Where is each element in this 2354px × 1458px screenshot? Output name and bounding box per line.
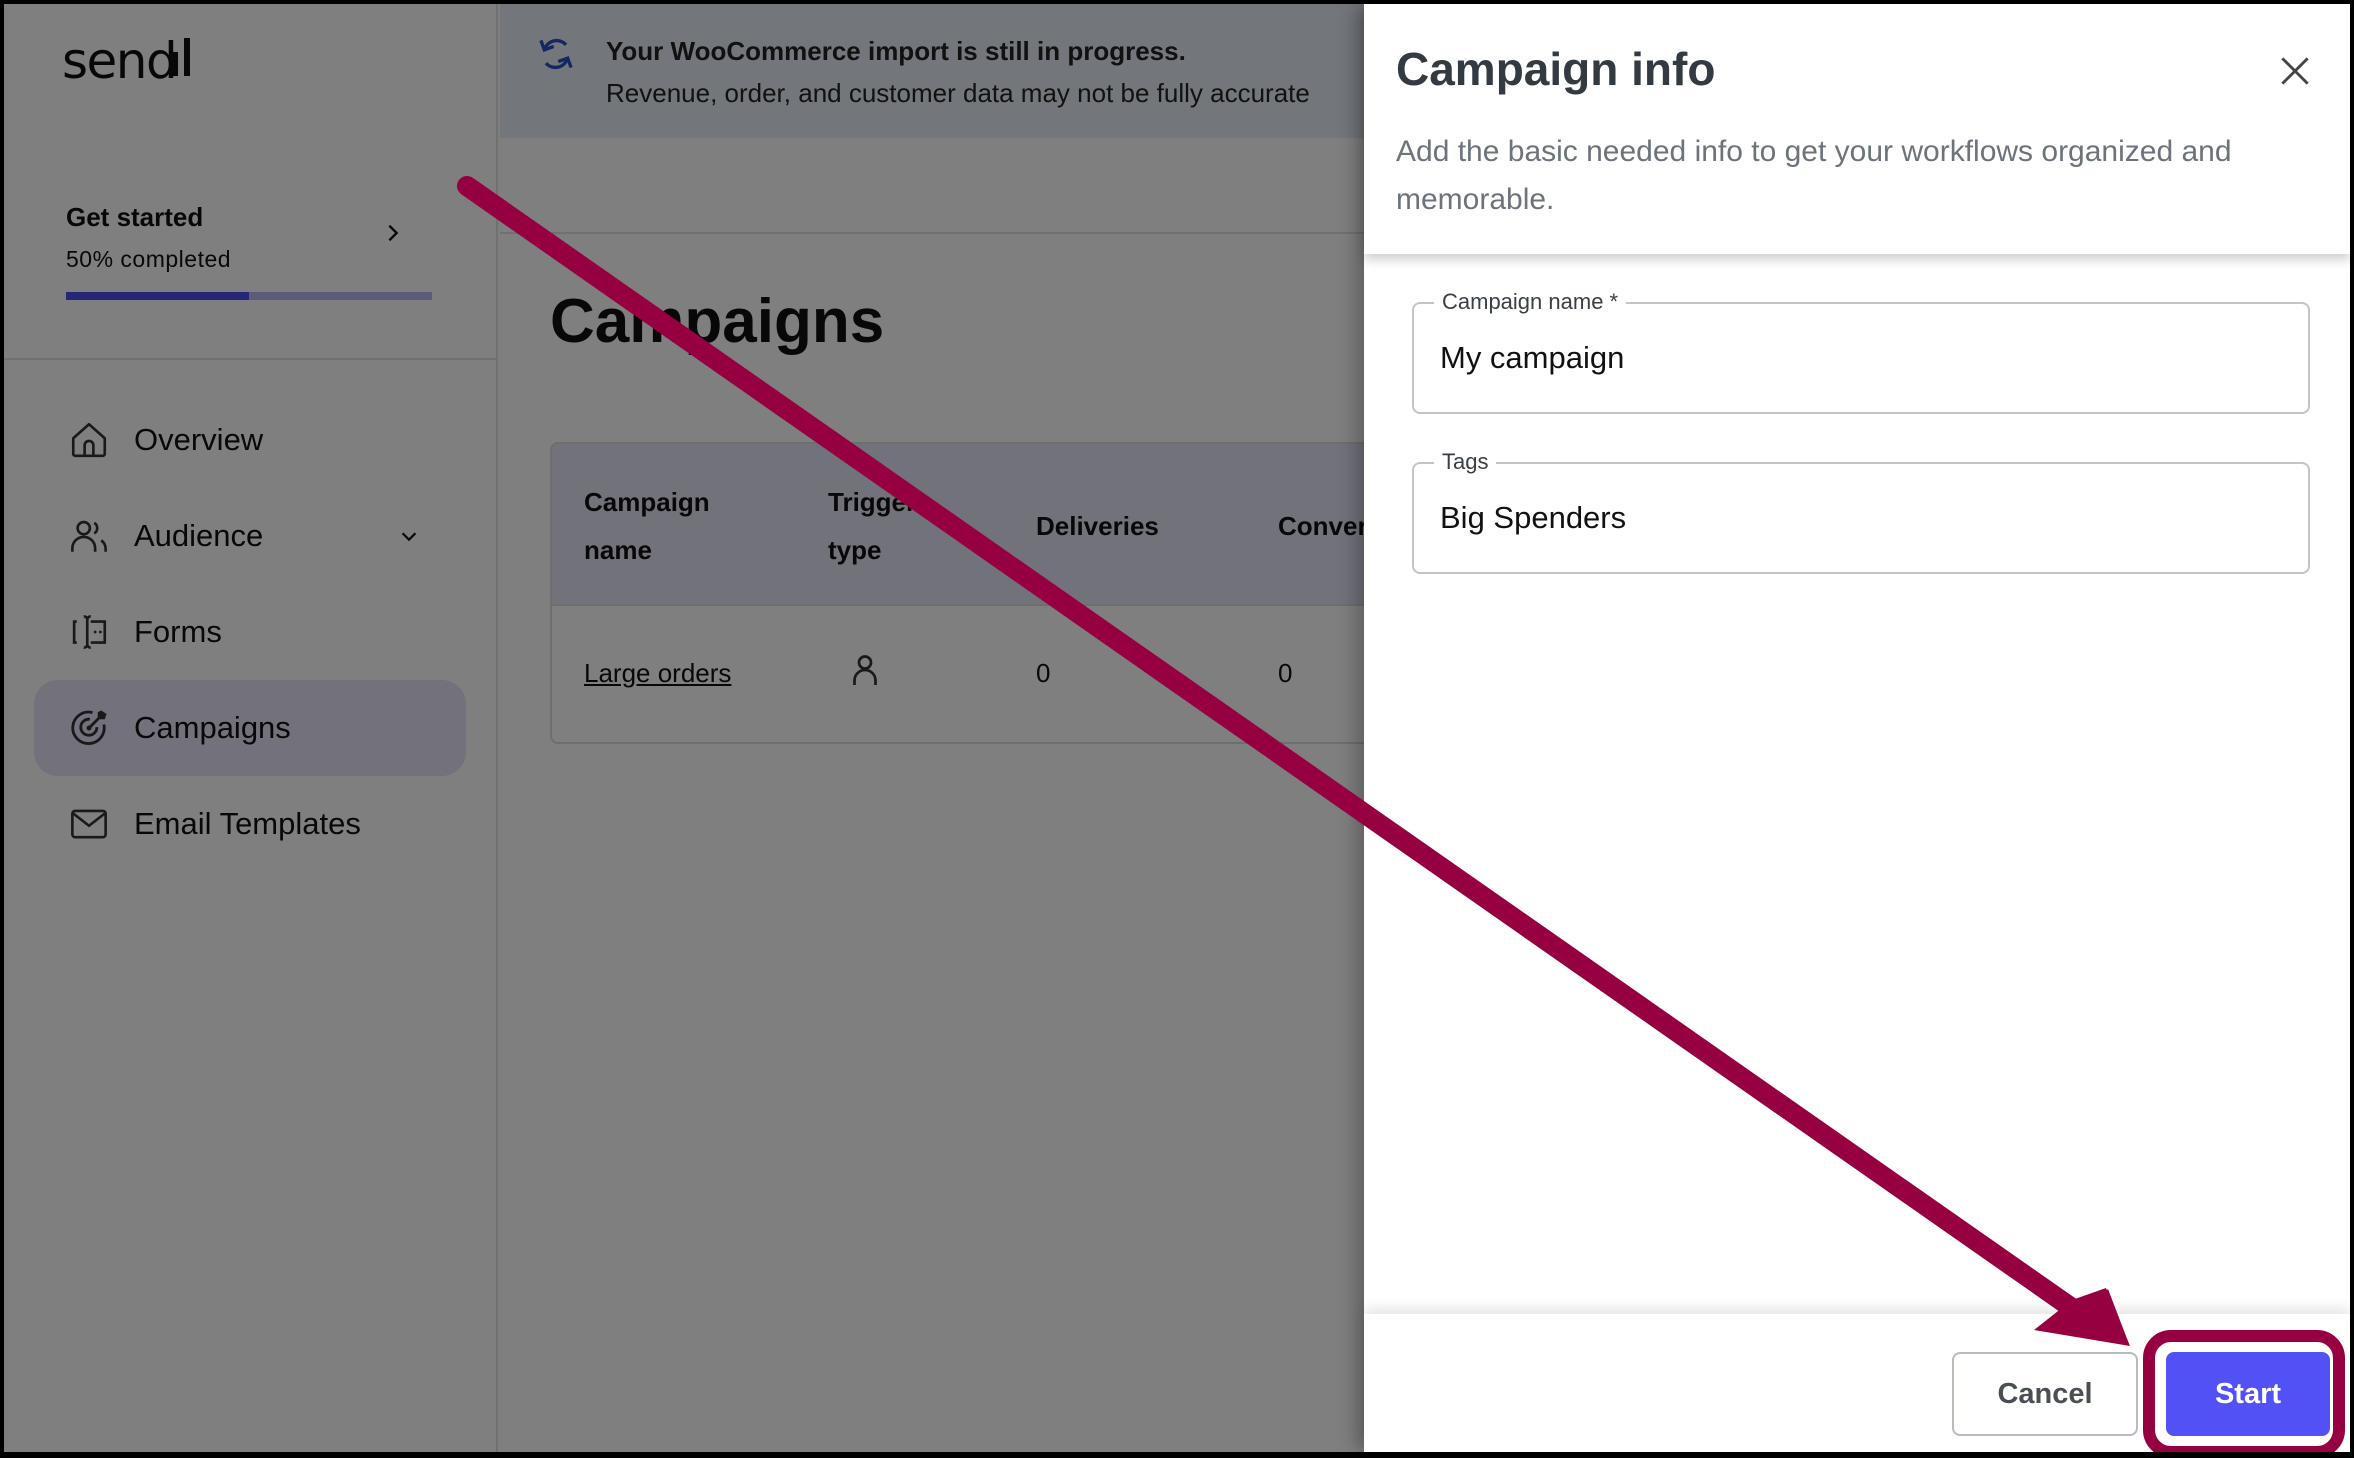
tags-label: Tags bbox=[1434, 449, 1497, 475]
campaign-name-field: Campaign name * bbox=[1412, 289, 2310, 414]
drawer-description: Add the basic needed info to get your wo… bbox=[1396, 135, 2232, 216]
screen: send Get started 50% completed Overview … bbox=[4, 4, 2350, 1452]
campaign-name-input[interactable] bbox=[1440, 332, 2280, 384]
tags-field: Tags bbox=[1412, 449, 2310, 574]
app-background: send Get started 50% completed Overview … bbox=[4, 4, 1450, 1452]
cancel-button[interactable]: Cancel bbox=[1952, 1352, 2138, 1436]
drawer-title: Campaign info bbox=[1396, 43, 1716, 95]
drawer-header: Campaign info Add the basic needed info … bbox=[1364, 4, 2350, 254]
campaign-info-drawer: Campaign info Add the basic needed info … bbox=[1364, 4, 2350, 1452]
modal-backdrop[interactable] bbox=[4, 4, 1364, 1452]
close-icon[interactable] bbox=[2276, 52, 2314, 90]
tags-input[interactable] bbox=[1440, 492, 2280, 544]
drawer-footer: Cancel Start bbox=[1364, 1314, 2350, 1452]
campaign-name-label: Campaign name * bbox=[1434, 289, 1627, 315]
start-button[interactable]: Start bbox=[2166, 1352, 2330, 1436]
